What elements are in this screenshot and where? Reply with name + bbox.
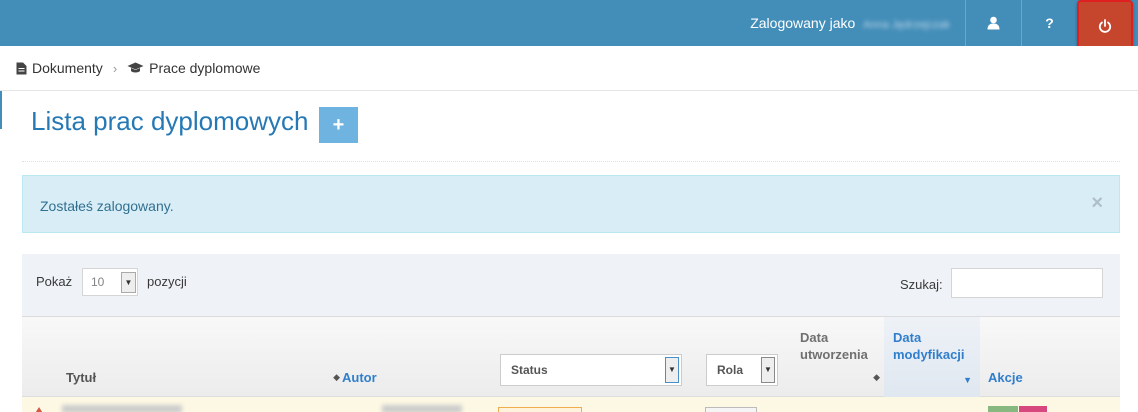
page-length-value: 10	[91, 275, 105, 289]
chevron-down-icon: ▼	[121, 272, 136, 293]
warning-icon	[34, 407, 44, 412]
user-profile-button[interactable]	[965, 0, 1021, 46]
sort-both-icon: ◆	[333, 372, 340, 382]
page-length-prefix: Pokaż	[36, 274, 73, 289]
row-author-text	[382, 405, 462, 412]
column-header-created[interactable]: Data utworzenia ◆	[792, 317, 884, 397]
column-header-role: Rola ▼	[706, 317, 796, 397]
sidebar-edge	[0, 91, 2, 129]
column-header-title[interactable]: Tytuł ◆	[22, 317, 340, 397]
role-filter-select[interactable]: Rola ▼	[706, 354, 778, 386]
page-title: Lista prac dyplomowych	[31, 106, 309, 136]
page-length-suffix: pozycji	[147, 274, 187, 289]
breadcrumb-separator: ›	[112, 60, 118, 76]
delete-action-button[interactable]	[1019, 406, 1047, 412]
logged-in-username: Anna Jędrzejczak	[863, 19, 950, 31]
table-header: Tytuł ◆ Autor Status ▼ Rola ▼ Data utwor…	[22, 317, 1120, 397]
power-icon	[1098, 19, 1112, 33]
plus-icon: +	[332, 113, 345, 136]
breadcrumb-item-theses: Prace dyplomowe	[149, 60, 261, 76]
add-thesis-button[interactable]: +	[319, 107, 358, 143]
alert-message: Zostałeś zalogowany.	[40, 198, 174, 214]
title-divider	[22, 161, 1120, 162]
login-success-alert: Zostałeś zalogowany. ×	[22, 175, 1120, 233]
column-header-actions: Akcje	[988, 370, 1023, 385]
column-header-modified[interactable]: Data modyfikacji ▼	[884, 317, 980, 397]
column-header-status: Status ▼	[498, 317, 698, 397]
user-icon	[987, 16, 1000, 30]
file-icon	[16, 62, 27, 74]
breadcrumb: Dokumenty › Prace dyplomowe	[0, 46, 1138, 91]
status-filter-select[interactable]: Status ▼	[500, 354, 682, 386]
page-length-select[interactable]: 10 ▼	[82, 268, 138, 296]
breadcrumb-item-documents[interactable]: Dokumenty	[32, 60, 103, 76]
sort-desc-icon: ▼	[963, 375, 972, 385]
edit-action-button[interactable]	[988, 406, 1018, 412]
row-title-text[interactable]	[62, 405, 182, 412]
login-prefix: Zalogowany jako	[750, 15, 856, 31]
role-badge	[705, 407, 757, 412]
chevron-down-icon: ▼	[761, 357, 775, 383]
search-label: Szukaj:	[900, 277, 943, 292]
table-toolbar: Pokaż 10 ▼ pozycji Szukaj:	[22, 254, 1120, 317]
help-button[interactable]: ?	[1021, 0, 1077, 46]
status-badge	[498, 407, 582, 412]
search-input[interactable]	[951, 268, 1103, 298]
top-navbar: Zalogowany jako Anna Jędrzejczak ?	[0, 0, 1138, 53]
sort-both-icon: ◆	[873, 372, 880, 382]
graduation-cap-icon	[127, 62, 144, 73]
alert-close-button[interactable]: ×	[1091, 192, 1103, 215]
column-header-author[interactable]: Autor	[340, 317, 498, 397]
table-row	[22, 397, 1120, 412]
help-icon: ?	[1045, 15, 1054, 31]
logged-in-label: Zalogowany jako Anna Jędrzejczak	[750, 0, 950, 46]
chevron-down-icon: ▼	[665, 357, 679, 383]
